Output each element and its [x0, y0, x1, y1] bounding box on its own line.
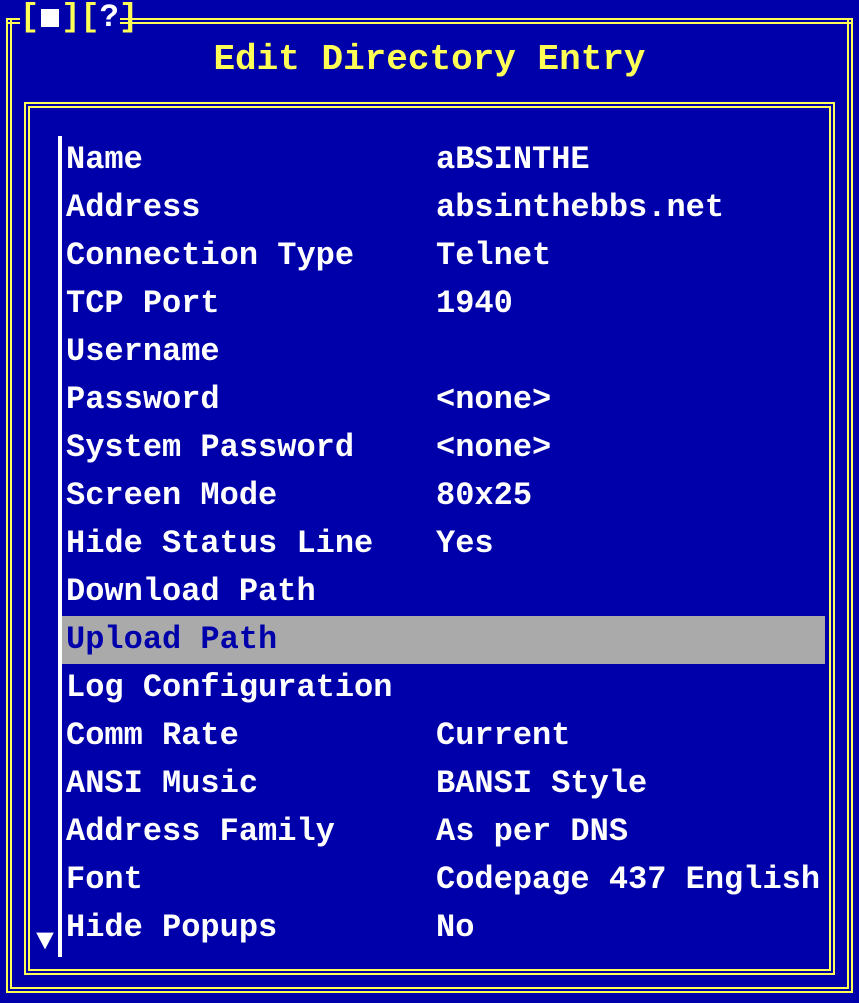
field-label: Screen Mode — [66, 480, 436, 512]
field-row[interactable]: Hide Status LineYes — [62, 520, 825, 568]
field-value: 80x25 — [436, 480, 825, 512]
window: [][?] Edit Directory Entry NameaBSINTHEA… — [0, 0, 859, 1003]
field-label: Address Family — [66, 816, 436, 848]
field-list[interactable]: NameaBSINTHEAddressabsinthebbs.netConnec… — [62, 136, 825, 952]
field-label: System Password — [66, 432, 436, 464]
field-label: Connection Type — [66, 240, 436, 272]
field-row[interactable]: Connection TypeTelnet — [62, 232, 825, 280]
field-label: Hide Popups — [66, 912, 436, 944]
field-value: <none> — [436, 432, 825, 464]
field-value: <none> — [436, 384, 825, 416]
help-icon[interactable]: ? — [100, 2, 119, 34]
field-label: ANSI Music — [66, 768, 436, 800]
field-value: absinthebbs.net — [436, 192, 825, 224]
field-value: 1940 — [436, 288, 825, 320]
field-value: BANSI Style — [436, 768, 825, 800]
field-row[interactable]: Download Path — [62, 568, 825, 616]
field-row[interactable]: Hide PopupsNo — [62, 904, 825, 952]
close-icon[interactable] — [41, 9, 59, 27]
field-value: As per DNS — [436, 816, 825, 848]
field-row[interactable]: TCP Port1940 — [62, 280, 825, 328]
field-row[interactable]: FontCodepage 437 English — [62, 856, 825, 904]
field-label: Address — [66, 192, 436, 224]
field-value: aBSINTHE — [436, 144, 825, 176]
bracket: ] — [61, 2, 80, 34]
field-value: Current — [436, 720, 825, 752]
field-row[interactable]: Address FamilyAs per DNS — [62, 808, 825, 856]
bracket: [ — [20, 2, 39, 34]
field-label: Username — [66, 336, 436, 368]
field-row[interactable]: Addressabsinthebbs.net — [62, 184, 825, 232]
field-label: Password — [66, 384, 436, 416]
field-value: Telnet — [436, 240, 825, 272]
field-row[interactable]: Screen Mode80x25 — [62, 472, 825, 520]
scroll-down-icon[interactable]: ▼ — [36, 927, 54, 957]
window-title: Edit Directory Entry — [0, 42, 859, 78]
field-label: Name — [66, 144, 436, 176]
content-area: NameaBSINTHEAddressabsinthebbs.netConnec… — [34, 118, 825, 965]
field-row[interactable]: Password<none> — [62, 376, 825, 424]
field-row[interactable]: ANSI MusicBANSI Style — [62, 760, 825, 808]
field-row[interactable]: Username — [62, 328, 825, 376]
field-value: Yes — [436, 528, 825, 560]
field-label: Upload Path — [66, 624, 436, 656]
field-label: Comm Rate — [66, 720, 436, 752]
field-row[interactable]: System Password<none> — [62, 424, 825, 472]
field-value: No — [436, 912, 825, 944]
field-row[interactable]: Comm RateCurrent — [62, 712, 825, 760]
field-label: Download Path — [66, 576, 436, 608]
field-label: TCP Port — [66, 288, 436, 320]
field-label: Font — [66, 864, 436, 896]
field-row[interactable]: NameaBSINTHE — [62, 136, 825, 184]
bracket: [ — [80, 2, 99, 34]
bracket: ] — [119, 2, 138, 34]
field-value: Codepage 437 English — [436, 864, 825, 896]
field-row[interactable]: Upload Path — [62, 616, 825, 664]
field-label: Log Configuration — [66, 672, 436, 704]
field-row[interactable]: Log Configuration — [62, 664, 825, 712]
field-label: Hide Status Line — [66, 528, 436, 560]
titlebar-controls: [][?] — [20, 0, 138, 36]
